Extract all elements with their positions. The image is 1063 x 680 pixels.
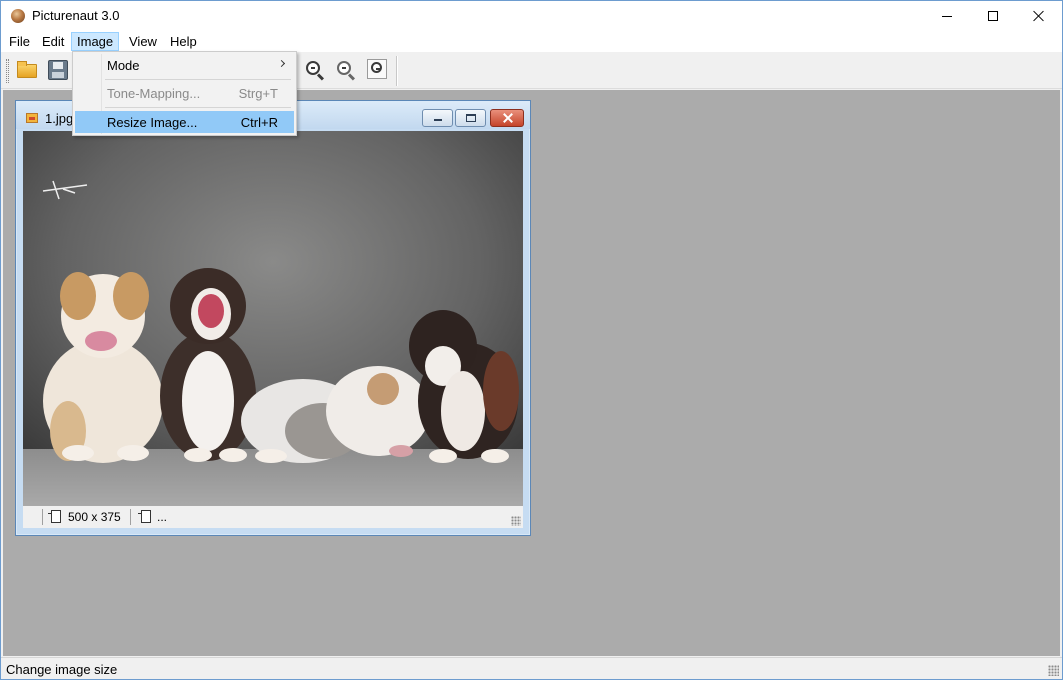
- document-title: 1.jpg: [45, 111, 74, 126]
- resize-grip[interactable]: [511, 516, 521, 526]
- menu-item-tone-mapping[interactable]: Tone-Mapping... Strg+T: [75, 82, 294, 104]
- menu-separator: [105, 107, 291, 108]
- submenu-arrow-icon: [277, 59, 286, 68]
- menu-edit[interactable]: Edit: [36, 32, 70, 51]
- close-icon: [503, 113, 513, 123]
- zoom-handle: [347, 73, 356, 81]
- menu-separator: [105, 79, 291, 80]
- minimize-icon: [942, 15, 952, 17]
- zoom-handle: [316, 73, 325, 81]
- zoom-fit-button[interactable]: [367, 59, 389, 81]
- image-size-icon: [48, 510, 61, 523]
- toolbar-grip[interactable]: [6, 59, 9, 83]
- restore-icon: [466, 114, 476, 122]
- document-close-button[interactable]: [490, 109, 524, 127]
- image-file-icon: [26, 113, 38, 123]
- image-menu-dropdown: Mode Tone-Mapping... Strg+T Resize Image…: [72, 51, 297, 136]
- menu-item-shortcut: Strg+T: [238, 86, 278, 101]
- menu-file[interactable]: File: [3, 32, 36, 51]
- zoom-out-button[interactable]: [304, 59, 326, 81]
- document-restore-button[interactable]: [455, 109, 486, 127]
- menu-help[interactable]: Help: [164, 32, 203, 51]
- maximize-button[interactable]: [970, 1, 1016, 31]
- app-window: Picturenaut 3.0 File Edit Image View Hel…: [0, 0, 1063, 680]
- document-info-icon: [138, 510, 151, 523]
- zoom-fit-glass: [371, 62, 382, 73]
- maximize-icon: [988, 11, 998, 21]
- menu-view[interactable]: View: [123, 32, 163, 51]
- minimize-button[interactable]: [924, 1, 970, 31]
- image-dimensions: 500 x 375: [68, 510, 121, 524]
- minimize-icon: [434, 119, 442, 121]
- document-minimize-button[interactable]: [422, 109, 453, 127]
- close-button[interactable]: [1016, 1, 1062, 31]
- app-logo-icon: [11, 9, 25, 23]
- status-separator: [42, 509, 43, 525]
- menu-bar: File Edit Image View Help: [1, 31, 1062, 52]
- zoom-actual-button[interactable]: [335, 59, 357, 81]
- save-disk-icon: [48, 60, 68, 80]
- menu-item-label: Resize Image...: [107, 115, 198, 130]
- menu-item-label: Mode: [107, 58, 140, 73]
- menu-item-mode[interactable]: Mode: [75, 54, 294, 76]
- menu-image[interactable]: Image: [71, 32, 120, 51]
- status-text: Change image size: [6, 662, 118, 677]
- document-status-bar: 500 x 375 ...: [23, 506, 523, 528]
- menu-item-shortcut: Ctrl+R: [240, 115, 278, 130]
- mdi-workspace: 1.jpg 500 x 375 ...: [3, 90, 1060, 656]
- puppies-photo: [23, 131, 523, 506]
- document-extra-info: ...: [157, 510, 168, 524]
- image-canvas[interactable]: [23, 131, 523, 506]
- image-document-window[interactable]: 1.jpg 500 x 375 ...: [15, 100, 531, 536]
- menu-item-resize-image[interactable]: Resize Image... Ctrl+R: [75, 111, 294, 133]
- title-bar: Picturenaut 3.0: [1, 1, 1062, 31]
- toolbar-separator: [396, 56, 398, 86]
- close-icon: [1033, 10, 1045, 22]
- menu-item-label: Tone-Mapping...: [107, 86, 201, 101]
- window-resize-grip[interactable]: [1048, 665, 1059, 676]
- window-title: Picturenaut 3.0: [32, 8, 120, 23]
- status-bar: Change image size: [1, 657, 1062, 679]
- open-button[interactable]: [15, 58, 39, 82]
- save-button[interactable]: [46, 58, 70, 82]
- folder-open-icon: [17, 61, 37, 78]
- status-separator: [130, 509, 131, 525]
